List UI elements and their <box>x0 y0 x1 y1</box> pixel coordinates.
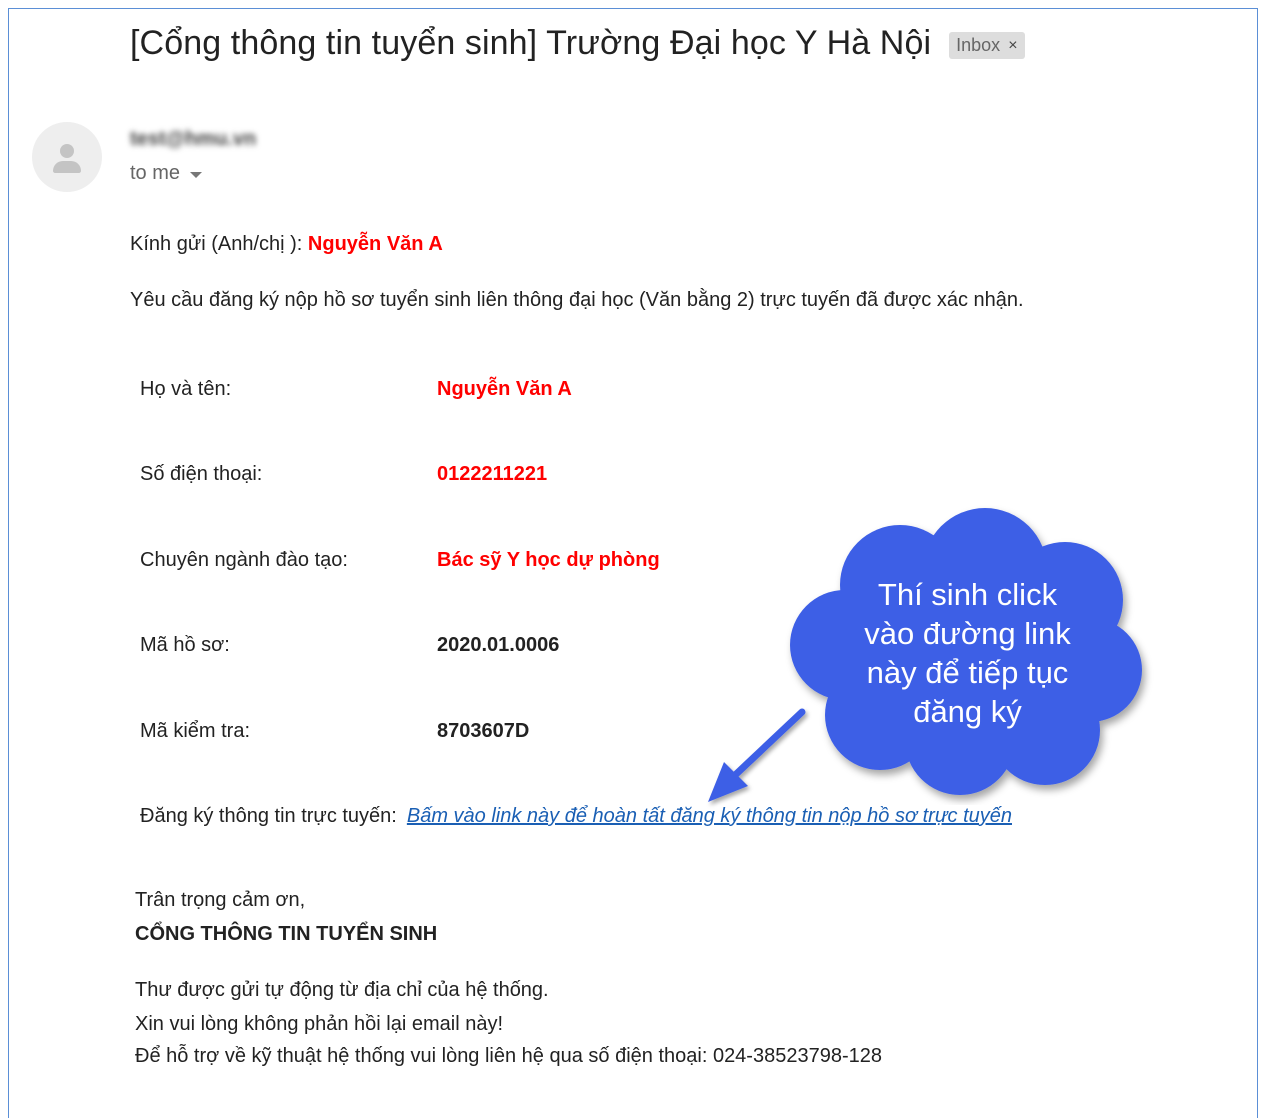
signature-org: CỔNG THÔNG TIN TUYỂN SINH <box>135 923 438 945</box>
person-icon-head <box>60 144 74 158</box>
support-note: Để hỗ trợ về kỹ thuật hệ thống vui lòng … <box>135 1045 882 1067</box>
dossier-value: 2020.01.0006 <box>437 634 560 656</box>
inbox-label-text: Inbox <box>956 35 1001 55</box>
recipient-row[interactable]: to me <box>130 162 203 185</box>
chevron-down-icon[interactable] <box>190 171 203 178</box>
check-code-label: Mã kiểm tra: <box>140 720 251 742</box>
check-code-value: 8703607D <box>437 720 530 742</box>
phone-label: Số điện thoại: <box>140 463 263 485</box>
subject-row: [Cổng thông tin tuyển sinh] Trường Đại h… <box>130 24 1025 63</box>
greeting-name: Nguyễn Văn A <box>307 233 443 255</box>
auto-note: Thư được gửi tự động từ địa chỉ của hệ t… <box>135 979 549 1001</box>
phone-value: 0122211221 <box>437 463 548 485</box>
registration-row: Đăng ký thông tin trực tuyến: Bấm vào lin… <box>140 805 1012 828</box>
dossier-label: Mã hồ sơ: <box>140 634 230 656</box>
no-reply-note: Xin vui lòng không phản hồi lại email nà… <box>135 1013 504 1035</box>
callout-line-1: Thí sinh click <box>877 577 1058 612</box>
greeting: Kính gửi (Anh/chị ): Nguyễn Văn A <box>130 233 443 256</box>
name-label: Họ và tên: <box>140 378 232 400</box>
name-value: Nguyễn Văn A <box>437 378 572 400</box>
signature-thanks: Trân trọng cảm ơn, <box>135 889 306 911</box>
callout-line-2: vào đường link <box>864 616 1071 651</box>
callout-line-3: này để tiếp tục <box>866 655 1069 690</box>
callout-line-4: đăng ký <box>913 694 1022 729</box>
person-icon-body <box>53 161 81 173</box>
inbox-label[interactable]: Inbox × <box>949 32 1025 59</box>
avatar <box>32 122 102 192</box>
callout-text: Thí sinh click vào đường link này để tiế… <box>825 575 1110 731</box>
major-label: Chuyên ngành đào tạo: <box>140 549 348 571</box>
remove-label-icon[interactable]: × <box>1008 37 1017 55</box>
greeting-prefix: Kính gửi (Anh/chị ): <box>130 233 308 255</box>
registration-label: Đăng ký thông tin trực tuyến: <box>140 805 397 827</box>
major-value: Bác sỹ Y học dự phòng <box>437 549 660 571</box>
intro-text: Yêu cầu đăng ký nộp hồ sơ tuyển sinh liê… <box>130 289 1024 311</box>
recipient-text: to me <box>130 162 181 184</box>
arrow-icon <box>708 708 806 802</box>
email-subject: [Cổng thông tin tuyển sinh] Trường Đại h… <box>130 24 932 62</box>
sender-address[interactable]: test@hmu.vn <box>130 128 256 151</box>
